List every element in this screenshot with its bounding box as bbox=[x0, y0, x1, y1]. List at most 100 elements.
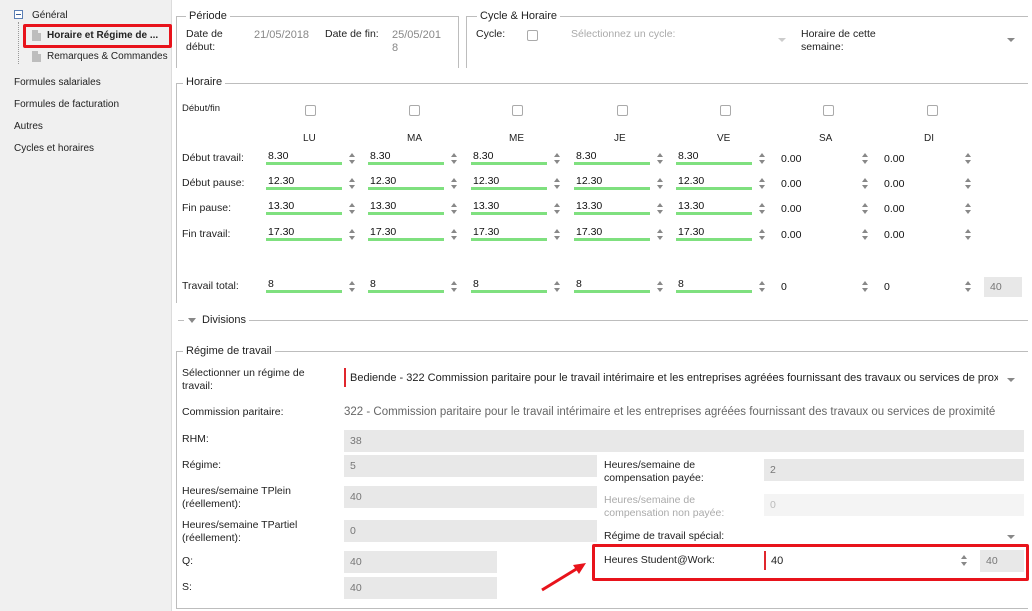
spinner-icon[interactable] bbox=[553, 280, 561, 294]
spinner-icon[interactable] bbox=[758, 177, 766, 191]
time-input[interactable]: 17.30 bbox=[370, 226, 396, 238]
time-input[interactable]: 12.30 bbox=[678, 175, 704, 187]
time-input[interactable]: 0.00 bbox=[884, 153, 904, 165]
time-input[interactable]: 0.00 bbox=[884, 178, 904, 190]
rhm-field: 38 bbox=[344, 430, 1024, 452]
tree-item-general[interactable]: Général bbox=[32, 10, 68, 21]
spinner-icon[interactable] bbox=[964, 280, 972, 294]
spinner-icon[interactable] bbox=[861, 280, 869, 294]
time-input[interactable]: 17.30 bbox=[473, 226, 499, 238]
day-checkbox[interactable] bbox=[305, 105, 316, 116]
time-input[interactable]: 17.30 bbox=[678, 226, 704, 238]
spinner-icon[interactable] bbox=[861, 152, 869, 166]
time-input[interactable]: 0.00 bbox=[781, 178, 801, 190]
q-field: 40 bbox=[344, 551, 497, 573]
time-input[interactable]: 12.30 bbox=[473, 175, 499, 187]
time-input[interactable]: 0.00 bbox=[884, 229, 904, 241]
time-input[interactable]: 12.30 bbox=[268, 175, 294, 187]
time-input[interactable]: 8.30 bbox=[473, 150, 493, 162]
regime-legend: Régime de travail bbox=[183, 345, 275, 357]
total-input[interactable]: 8 bbox=[473, 278, 479, 290]
time-input[interactable]: 13.30 bbox=[268, 200, 294, 212]
day-checkbox[interactable] bbox=[927, 105, 938, 116]
spinner-icon[interactable] bbox=[553, 177, 561, 191]
spinner-icon[interactable] bbox=[656, 152, 664, 166]
spinner-icon[interactable] bbox=[450, 228, 458, 242]
comp-payee-field: 2 bbox=[764, 459, 1024, 481]
cycle-select[interactable]: Sélectionnez un cycle: bbox=[571, 28, 681, 41]
spinner-icon[interactable] bbox=[656, 228, 664, 242]
chevron-down-icon[interactable] bbox=[1007, 38, 1015, 42]
spinner-icon[interactable] bbox=[348, 177, 356, 191]
spinner-icon[interactable] bbox=[964, 228, 972, 242]
time-input[interactable]: 12.30 bbox=[370, 175, 396, 187]
total-input[interactable]: 8 bbox=[370, 278, 376, 290]
sidebar-item-formules-facturation[interactable]: Formules de facturation bbox=[14, 99, 119, 110]
spinner-icon[interactable] bbox=[758, 228, 766, 242]
collapse-icon[interactable] bbox=[14, 10, 23, 19]
sidebar-item-autres[interactable]: Autres bbox=[14, 121, 43, 132]
spinner-icon[interactable] bbox=[758, 202, 766, 216]
total-input[interactable]: 8 bbox=[678, 278, 684, 290]
time-input[interactable]: 0.00 bbox=[781, 203, 801, 215]
spinner-icon[interactable] bbox=[656, 280, 664, 294]
time-input[interactable]: 8.30 bbox=[576, 150, 596, 162]
spinner-icon[interactable] bbox=[964, 202, 972, 216]
spinner-icon[interactable] bbox=[964, 152, 972, 166]
spinner-icon[interactable] bbox=[861, 202, 869, 216]
spinner-icon[interactable] bbox=[553, 202, 561, 216]
spinner-icon[interactable] bbox=[861, 177, 869, 191]
end-date-value[interactable]: 25/05/2018 bbox=[392, 29, 444, 55]
time-input[interactable]: 0.00 bbox=[781, 153, 801, 165]
spinner-icon[interactable] bbox=[450, 280, 458, 294]
cycle-checkbox[interactable] bbox=[527, 30, 538, 41]
spinner-icon[interactable] bbox=[348, 280, 356, 294]
spinner-icon[interactable] bbox=[656, 177, 664, 191]
time-input[interactable]: 17.30 bbox=[268, 226, 294, 238]
spinner-icon[interactable] bbox=[656, 202, 664, 216]
spinner-icon[interactable] bbox=[758, 280, 766, 294]
total-input[interactable]: 0 bbox=[781, 281, 787, 293]
day-checkbox[interactable] bbox=[512, 105, 523, 116]
time-input[interactable]: 0.00 bbox=[884, 203, 904, 215]
spinner-icon[interactable] bbox=[861, 228, 869, 242]
spinner-icon[interactable] bbox=[553, 228, 561, 242]
day-checkbox[interactable] bbox=[823, 105, 834, 116]
time-input[interactable]: 12.30 bbox=[576, 175, 602, 187]
spinner-icon[interactable] bbox=[758, 152, 766, 166]
divisions-toggle[interactable]: Divisions bbox=[202, 314, 246, 327]
time-input[interactable]: 8.30 bbox=[370, 150, 390, 162]
day-checkbox[interactable] bbox=[617, 105, 628, 116]
day-checkbox[interactable] bbox=[720, 105, 731, 116]
time-input[interactable]: 13.30 bbox=[576, 200, 602, 212]
start-date-value[interactable]: 21/05/2018 bbox=[254, 29, 312, 42]
spinner-icon[interactable] bbox=[348, 202, 356, 216]
total-input[interactable]: 8 bbox=[576, 278, 582, 290]
spinner-icon[interactable] bbox=[348, 228, 356, 242]
spinner-icon[interactable] bbox=[964, 177, 972, 191]
day-checkbox[interactable] bbox=[409, 105, 420, 116]
sidebar-item-cycles-horaires[interactable]: Cycles et horaires bbox=[14, 143, 94, 154]
time-input[interactable]: 8.30 bbox=[678, 150, 698, 162]
regime-select[interactable]: Bediende - 322 Commission paritaire pour… bbox=[350, 372, 998, 385]
total-input[interactable]: 0 bbox=[884, 281, 890, 293]
expand-triangle-icon[interactable] bbox=[188, 318, 196, 323]
chevron-down-icon[interactable] bbox=[778, 38, 786, 42]
tree-item-remarques[interactable]: Remarques & Commandes bbox=[47, 51, 168, 62]
spinner-icon[interactable] bbox=[348, 152, 356, 166]
chevron-down-icon[interactable] bbox=[1007, 535, 1015, 539]
time-input[interactable]: 13.30 bbox=[370, 200, 396, 212]
time-input[interactable]: 17.30 bbox=[576, 226, 602, 238]
spinner-icon[interactable] bbox=[553, 152, 561, 166]
total-input[interactable]: 8 bbox=[268, 278, 274, 290]
spinner-icon[interactable] bbox=[450, 202, 458, 216]
time-input[interactable]: 8.30 bbox=[268, 150, 288, 162]
sidebar-item-formules-salariales[interactable]: Formules salariales bbox=[14, 77, 101, 88]
time-input[interactable]: 0.00 bbox=[781, 229, 801, 241]
time-input[interactable]: 13.30 bbox=[678, 200, 704, 212]
chevron-down-icon[interactable] bbox=[1007, 378, 1015, 382]
spinner-icon[interactable] bbox=[450, 152, 458, 166]
spinner-icon[interactable] bbox=[450, 177, 458, 191]
day-header: JE bbox=[614, 133, 626, 144]
time-input[interactable]: 13.30 bbox=[473, 200, 499, 212]
